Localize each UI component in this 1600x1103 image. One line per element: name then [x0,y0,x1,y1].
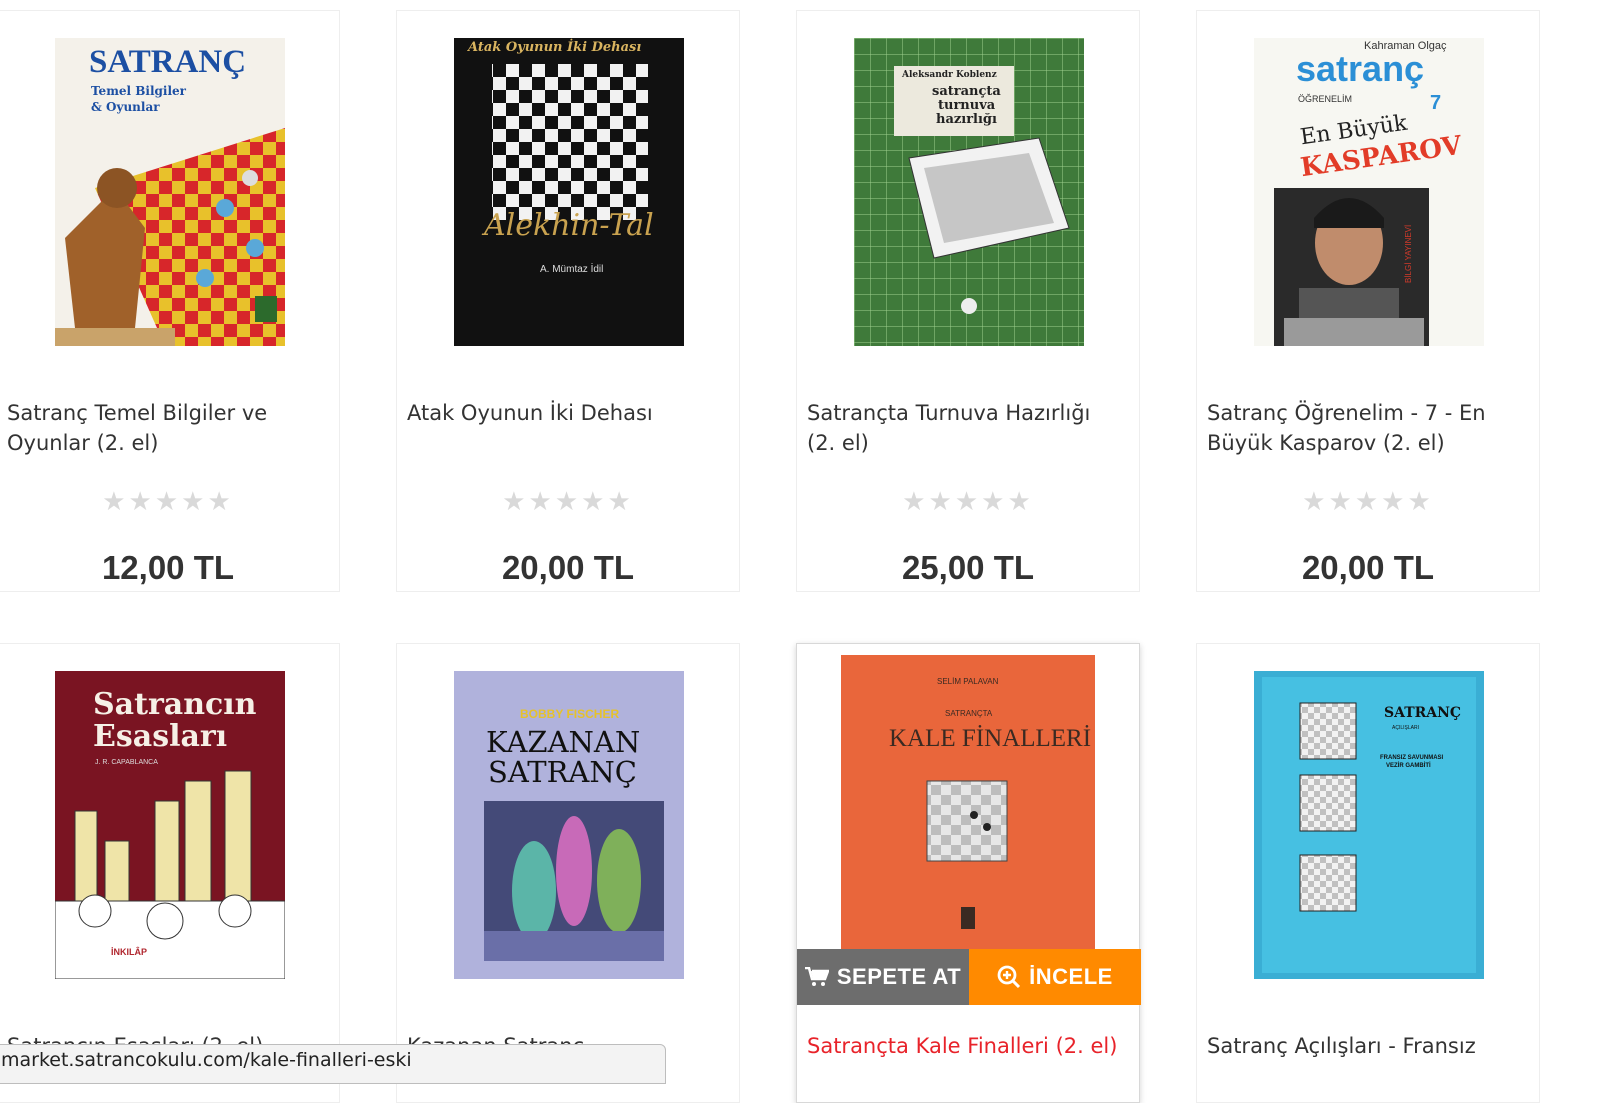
product-price: 20,00 TL [501,549,635,586]
product-title[interactable]: Satrançta Turnuva Hazırlığı (2. el) [807,398,1125,458]
rating-stars: ★★★★★ [502,487,634,517]
product-title[interactable]: Atak Oyunun İki Dehası [407,398,725,428]
product-image[interactable]: Kahraman Olgaç satranç ÖĞRENELİM 7 En Bü… [1254,38,1484,346]
product-card[interactable]: Atak Oyunun İki Dehası Alekhin-Tal A. Mü… [396,10,740,592]
chess-diagrams [1299,702,1357,912]
product-card[interactable]: SELİM PALAVAN SATRANÇTA KALE FİNALLERİ S… [796,643,1141,1103]
rating-stars: ★★★★★ [102,487,234,517]
chess-pieces-illustration [55,770,285,979]
product-card[interactable]: Satrancın Esasları J. R. CAPABLANCA İNKI… [0,643,340,1103]
product-image[interactable]: Satrancın Esasları J. R. CAPABLANCA İNKI… [55,671,285,979]
product-price: 25,00 TL [901,549,1035,586]
rating-stars: ★★★★★ [1302,487,1434,517]
status-bar-url: market.satrancokulu.com/kale-finalleri-e… [0,1044,666,1084]
rating-stars: ★★★★★ [902,487,1034,517]
product-image[interactable]: SATRANÇ Temel Bilgiler & Oyunlar [55,38,285,346]
product-card[interactable]: Kahraman Olgaç satranç ÖĞRENELİM 7 En Bü… [1196,10,1540,592]
product-image[interactable]: Aleksandr Koblenz satrançta turnuva hazı… [854,38,1084,346]
inspect-button[interactable]: İNCELE [969,949,1141,1005]
add-to-cart-button[interactable]: SEPETE AT [797,949,969,1005]
product-title[interactable]: Satranç Açılışları - Fransız [1207,1031,1525,1061]
product-title[interactable]: Satranç Öğrenelim - 7 - En Büyük Kasparo… [1207,398,1525,458]
product-card[interactable]: SATRANÇ AÇILIŞLARI FRANSIZ SAVUNMASI VEZ… [1196,643,1540,1103]
chessboard-illustration [55,128,285,346]
product-card[interactable]: SATRANÇ Temel Bilgiler & Oyunlar Satranç… [0,10,340,592]
product-card[interactable]: BOBBY FISCHER KAZANAN SATRANÇ Kazanan Sa… [396,643,740,1103]
portrait-photo [1274,188,1429,346]
product-card[interactable]: Aleksandr Koblenz satrançta turnuva hazı… [796,10,1140,592]
chessboard-diagram [926,780,1008,929]
product-image[interactable]: SATRANÇ AÇILIŞLARI FRANSIZ SAVUNMASI VEZ… [1254,671,1484,979]
zoom-in-icon [997,965,1021,989]
cart-icon [804,967,829,987]
product-price: 20,00 TL [1301,549,1435,586]
product-price: 12,00 TL [101,549,235,586]
product-image[interactable]: Atak Oyunun İki Dehası Alekhin-Tal A. Mü… [454,38,684,346]
product-image[interactable]: SELİM PALAVAN SATRANÇTA KALE FİNALLERİ [841,655,1095,951]
pieces-photo [484,801,664,961]
product-image[interactable]: BOBBY FISCHER KAZANAN SATRANÇ [454,671,684,979]
product-title[interactable]: Satranç Temel Bilgiler ve Oyunlar (2. el… [7,398,325,458]
chessboard-illustration [492,64,648,220]
product-title[interactable]: Satrançta Kale Finalleri (2. el) [807,1031,1125,1061]
